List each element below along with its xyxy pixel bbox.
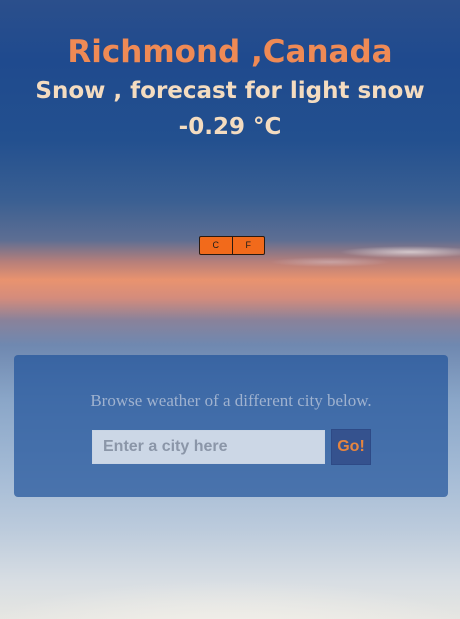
location-title: Richmond ,Canada [67,34,393,70]
city-search-panel: Browse weather of a different city below… [14,355,448,497]
temperature-value: -0.29 °C [178,114,282,140]
weather-header: Richmond ,Canada Snow , forecast for lig… [0,30,460,146]
search-prompt: Browse weather of a different city below… [90,391,372,410]
unit-toggle: C F [199,236,265,255]
city-search-input[interactable] [92,430,325,464]
celsius-button[interactable]: C [200,237,232,254]
go-button[interactable]: Go! [331,429,371,465]
fahrenheit-button[interactable]: F [231,237,265,254]
weather-description: Snow , forecast for light snow [35,78,425,104]
